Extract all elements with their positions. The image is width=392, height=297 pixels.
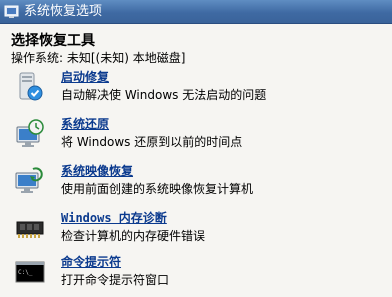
startup-repair-icon: [19, 72, 43, 101]
tool-startup-repair[interactable]: 启动修复 自动解决使 Windows 无法启动的问题: [0, 68, 392, 108]
page-heading: 选择恢复工具: [11, 33, 95, 49]
tool-desc-memory-diagnostic: 检查计算机的内存硬件错误: [61, 229, 206, 243]
recovery-options-panel: 选择恢复工具 操作系统: 未知[(未知) 本地磁盘] 启动修复 自动解决使 Wi…: [0, 24, 392, 297]
tool-name-system-restore[interactable]: 系统还原: [61, 115, 109, 132]
operating-system-info: 操作系统: 未知[(未知) 本地磁盘]: [11, 51, 186, 65]
memory-chip-icon: [16, 221, 44, 238]
svg-text:C:\_: C:\_: [18, 269, 33, 276]
window-title: 系统恢复选项: [24, 4, 103, 19]
tool-name-system-image-recovery[interactable]: 系统映像恢复: [61, 162, 133, 179]
tool-system-restore[interactable]: 系统还原 将 Windows 还原到以前的时间点: [0, 115, 392, 155]
tool-name-memory-diagnostic[interactable]: Windows 内存诊断: [61, 209, 167, 226]
tool-system-image-recovery[interactable]: 系统映像恢复 使用前面创建的系统映像恢复计算机: [0, 162, 392, 202]
title-bar[interactable]: 系统恢复选项: [0, 0, 392, 24]
tool-desc-command-prompt: 打开命令提示符窗口: [61, 273, 170, 287]
tool-desc-system-restore: 将 Windows 还原到以前的时间点: [61, 135, 243, 149]
tool-command-prompt[interactable]: C:\_ 命令提示符 打开命令提示符窗口: [0, 253, 392, 293]
command-prompt-icon: C:\_: [15, 261, 45, 283]
tool-name-command-prompt[interactable]: 命令提示符: [61, 253, 121, 270]
window-app-icon: [4, 5, 19, 18]
tool-memory-diagnostic[interactable]: Windows 内存诊断 检查计算机的内存硬件错误: [0, 209, 392, 249]
tool-desc-system-image-recovery: 使用前面创建的系统映像恢复计算机: [61, 182, 254, 196]
tool-desc-startup-repair: 自动解决使 Windows 无法启动的问题: [61, 88, 267, 102]
system-restore-icon: [16, 119, 44, 147]
tool-name-startup-repair[interactable]: 启动修复: [61, 68, 109, 85]
system-image-recovery-icon: [15, 167, 43, 193]
